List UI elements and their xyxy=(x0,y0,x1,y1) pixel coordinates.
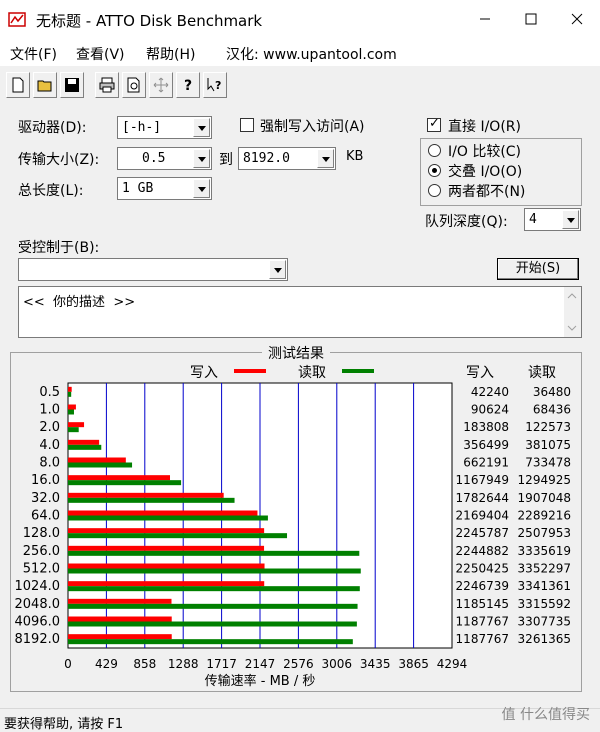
description-scrollbar[interactable] xyxy=(564,287,581,337)
svg-text:?: ? xyxy=(215,79,221,92)
controlled-by-label: 受控制于(B): xyxy=(18,240,100,256)
scroll-arrows-icon xyxy=(567,293,577,331)
chevron-down-icon xyxy=(193,149,210,168)
svg-text:?: ? xyxy=(184,78,192,93)
transfer-size-label: 传输大小(Z): xyxy=(18,152,100,168)
controlled-by-select[interactable] xyxy=(18,258,288,281)
results-panel xyxy=(10,352,582,692)
transfer-from-select[interactable]: 0.5 xyxy=(117,147,212,170)
drive-select[interactable]: [-h-] xyxy=(117,116,212,139)
minimize-icon xyxy=(480,18,490,20)
chevron-down-icon xyxy=(193,118,210,137)
chevron-down-icon xyxy=(562,210,579,229)
about-button[interactable]: ? xyxy=(176,72,200,98)
move-button[interactable] xyxy=(149,72,173,98)
move-icon xyxy=(153,77,169,93)
help-question-icon: ? xyxy=(184,78,192,93)
transfer-from-value: 0.5 xyxy=(142,151,166,166)
close-button[interactable] xyxy=(554,0,600,38)
start-button[interactable]: 开始(S) xyxy=(497,258,579,280)
chevron-down-icon xyxy=(317,149,334,168)
print-preview-button[interactable] xyxy=(122,72,146,98)
new-button[interactable] xyxy=(6,72,30,98)
neither-radio[interactable] xyxy=(428,184,441,197)
total-length-select[interactable]: 1 GB xyxy=(117,177,212,200)
overlap-io-radio[interactable] xyxy=(428,164,441,177)
chevron-down-icon xyxy=(193,179,210,198)
description-text: << 你的描述 >> xyxy=(23,295,136,310)
printer-icon xyxy=(99,77,115,93)
force-write-checkbox[interactable] xyxy=(240,118,254,132)
menu-bar: 文件(F) 查看(V) 帮助(H) 汉化: www.upantool.com xyxy=(0,38,600,66)
close-icon xyxy=(571,13,583,25)
neither-label: 两者都不(N) xyxy=(448,184,526,200)
direct-io-checkbox[interactable] xyxy=(427,116,441,132)
title-bar: 无标题 - ATTO Disk Benchmark xyxy=(0,0,600,38)
app-icon xyxy=(8,12,26,27)
transfer-to-value: 8192.0 xyxy=(243,151,290,166)
menu-file[interactable]: 文件(F) xyxy=(10,44,57,64)
context-help-icon: ? xyxy=(207,78,221,92)
transfer-unit: KB xyxy=(346,149,364,164)
status-text: 要获得帮助, 请按 F1 xyxy=(4,717,124,732)
total-length-value: 1 GB xyxy=(122,181,154,196)
new-file-icon xyxy=(12,77,24,93)
overlap-io-label: 交叠 I/O(O) xyxy=(448,164,523,180)
watermark: 值 什么值得买 xyxy=(501,707,590,723)
print-preview-icon xyxy=(127,77,140,93)
save-button[interactable] xyxy=(60,72,84,98)
queue-depth-label: 队列深度(Q): xyxy=(425,214,508,230)
menu-view[interactable]: 查看(V) xyxy=(76,44,125,64)
maximize-button[interactable] xyxy=(508,0,554,38)
total-length-label: 总长度(L): xyxy=(18,183,84,199)
drive-value: [-h-] xyxy=(122,120,162,135)
transfer-to-label: 到 xyxy=(219,152,233,168)
toolbar: ? ? xyxy=(6,72,230,100)
queue-depth-value: 4 xyxy=(529,212,537,227)
window-title: 无标题 - ATTO Disk Benchmark xyxy=(36,12,263,30)
menu-help[interactable]: 帮助(H) xyxy=(146,44,195,64)
context-help-button[interactable]: ? xyxy=(203,72,227,98)
drive-label: 驱动器(D): xyxy=(18,120,87,136)
queue-depth-select[interactable]: 4 xyxy=(524,208,581,231)
transfer-to-select[interactable]: 8192.0 xyxy=(238,147,336,170)
menu-site[interactable]: 汉化: www.upantool.com xyxy=(226,44,397,64)
io-compare-radio[interactable] xyxy=(428,144,441,157)
io-compare-label: I/O 比较(C) xyxy=(448,144,522,160)
description-textbox[interactable]: << 你的描述 >> xyxy=(18,286,582,338)
open-button[interactable] xyxy=(33,72,57,98)
force-write-label: 强制写入访问(A) xyxy=(260,119,365,135)
direct-io-label: 直接 I/O(R) xyxy=(448,119,521,135)
print-button[interactable] xyxy=(95,72,119,98)
chevron-down-icon xyxy=(269,260,286,279)
save-icon xyxy=(65,78,79,92)
open-folder-icon xyxy=(37,80,52,92)
minimize-button[interactable] xyxy=(462,0,508,38)
maximize-icon xyxy=(525,13,537,25)
